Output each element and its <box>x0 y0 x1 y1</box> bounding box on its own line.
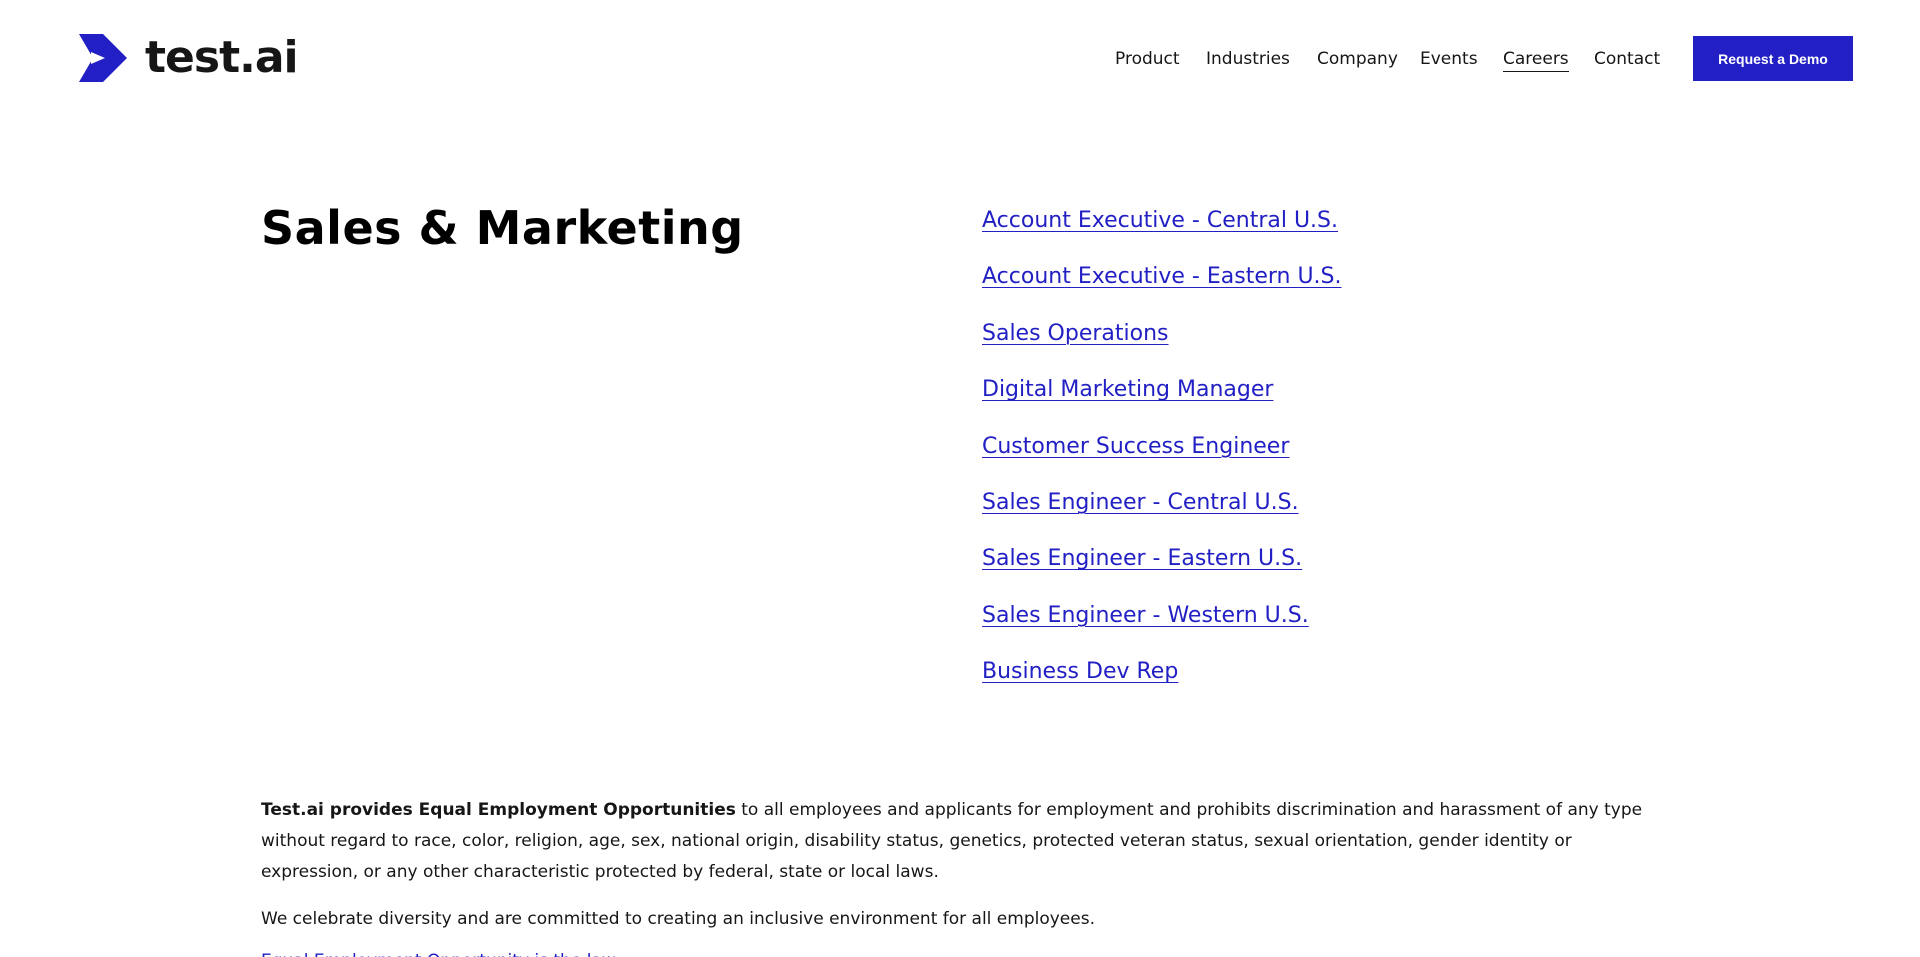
job-link[interactable]: Sales Engineer - Central U.S. <box>982 488 1342 544</box>
job-link[interactable]: Sales Engineer - Eastern U.S. <box>982 544 1342 600</box>
eeo-law-link[interactable]: Equal Employment Opportunity is the law <box>261 946 616 957</box>
nav-product[interactable]: Product <box>1115 47 1180 71</box>
eeo-bold-lead: Test.ai provides Equal Employment Opport… <box>261 800 736 820</box>
job-link[interactable]: Sales Operations <box>982 319 1342 375</box>
job-link[interactable]: Customer Success Engineer <box>982 432 1342 488</box>
job-list: Account Executive - Central U.S. Account… <box>982 206 1342 714</box>
job-link[interactable]: Account Executive - Central U.S. <box>982 206 1342 262</box>
nav-company[interactable]: Company <box>1317 47 1398 71</box>
nav-industries[interactable]: Industries <box>1206 47 1290 71</box>
job-link[interactable]: Sales Engineer - Western U.S. <box>982 601 1342 657</box>
request-demo-button[interactable]: Request a Demo <box>1693 36 1853 81</box>
logo-text: test.ai <box>145 32 299 83</box>
job-link[interactable]: Account Executive - Eastern U.S. <box>982 262 1342 318</box>
section-title: Sales & Marketing <box>261 201 744 255</box>
diversity-statement: We celebrate diversity and are committed… <box>261 909 1095 929</box>
nav-events[interactable]: Events <box>1420 47 1478 71</box>
job-link[interactable]: Digital Marketing Manager <box>982 375 1342 431</box>
eeo-statement: Test.ai provides Equal Employment Opport… <box>261 795 1661 888</box>
nav-contact[interactable]: Contact <box>1594 47 1660 71</box>
job-link[interactable]: Business Dev Rep <box>982 657 1342 713</box>
nav-careers[interactable]: Careers <box>1503 47 1569 72</box>
logo-link[interactable]: test.ai <box>79 32 299 83</box>
test-ai-logo-icon <box>79 34 127 82</box>
